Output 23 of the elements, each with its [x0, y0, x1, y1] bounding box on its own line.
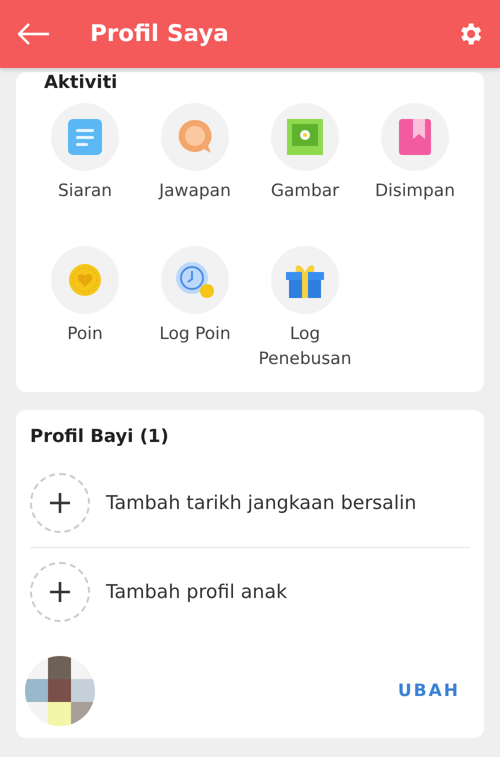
page-title: Profil Saya — [90, 21, 230, 47]
coin-icon — [68, 263, 102, 297]
activity-item[interactable]: Log Poin — [140, 246, 250, 372]
section-title: Aktiviti — [43, 72, 118, 93]
clock-history-icon — [175, 261, 215, 299]
plus-icon — [49, 581, 71, 603]
back-arrow-icon[interactable] — [18, 23, 50, 45]
add-item[interactable]: Tambah tarikh jangkaan bersalin — [30, 459, 470, 547]
speech-bubble-icon — [177, 119, 213, 155]
activity-item[interactable]: Gambar — [250, 103, 360, 204]
activity-item[interactable]: Jawapan — [140, 103, 250, 204]
activity-item[interactable]: Siaran — [30, 103, 140, 204]
document-icon — [68, 119, 102, 155]
activity-item[interactable]: Disimpan — [360, 103, 470, 204]
activity-item[interactable]: Log Penebusan — [250, 246, 360, 372]
gift-icon — [286, 262, 324, 298]
section-title: Profil Bayi (1) — [30, 426, 170, 447]
edit-link[interactable]: UBAH — [398, 681, 470, 701]
plus-icon — [49, 492, 71, 514]
activity-item[interactable]: Poin — [30, 246, 140, 372]
add-item[interactable]: Tambah profil anak — [30, 548, 470, 636]
photo-icon — [287, 119, 323, 155]
bookmark-book-icon — [399, 119, 431, 155]
